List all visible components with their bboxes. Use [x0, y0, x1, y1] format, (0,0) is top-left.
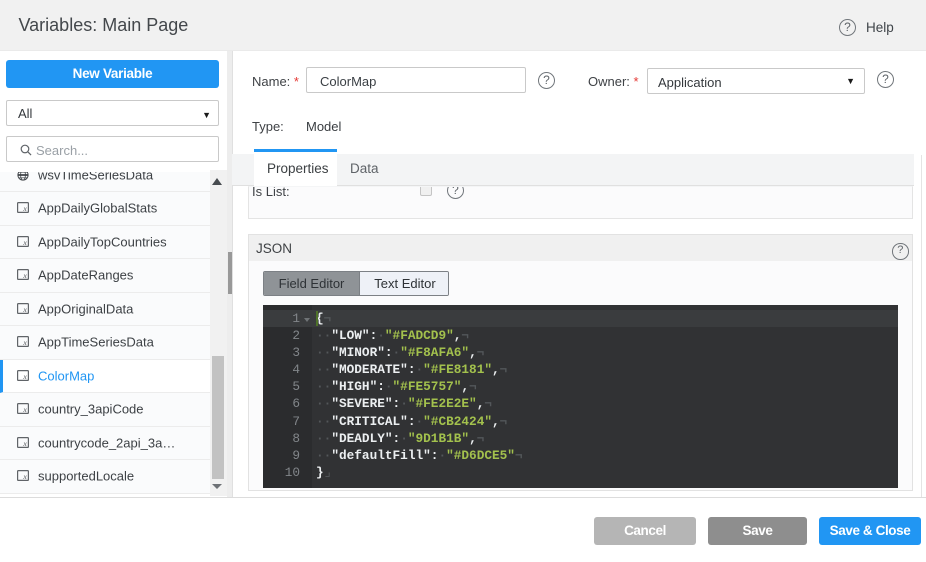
svg-text:x: x	[22, 305, 27, 314]
svg-text:x: x	[22, 204, 27, 213]
svg-text:x: x	[22, 238, 27, 247]
svg-text:x: x	[22, 472, 27, 481]
svg-text:x: x	[22, 271, 27, 280]
svg-text:x: x	[22, 405, 27, 414]
svg-text:x: x	[22, 439, 27, 448]
svg-text:x: x	[22, 372, 27, 381]
svg-text:x: x	[22, 338, 27, 347]
